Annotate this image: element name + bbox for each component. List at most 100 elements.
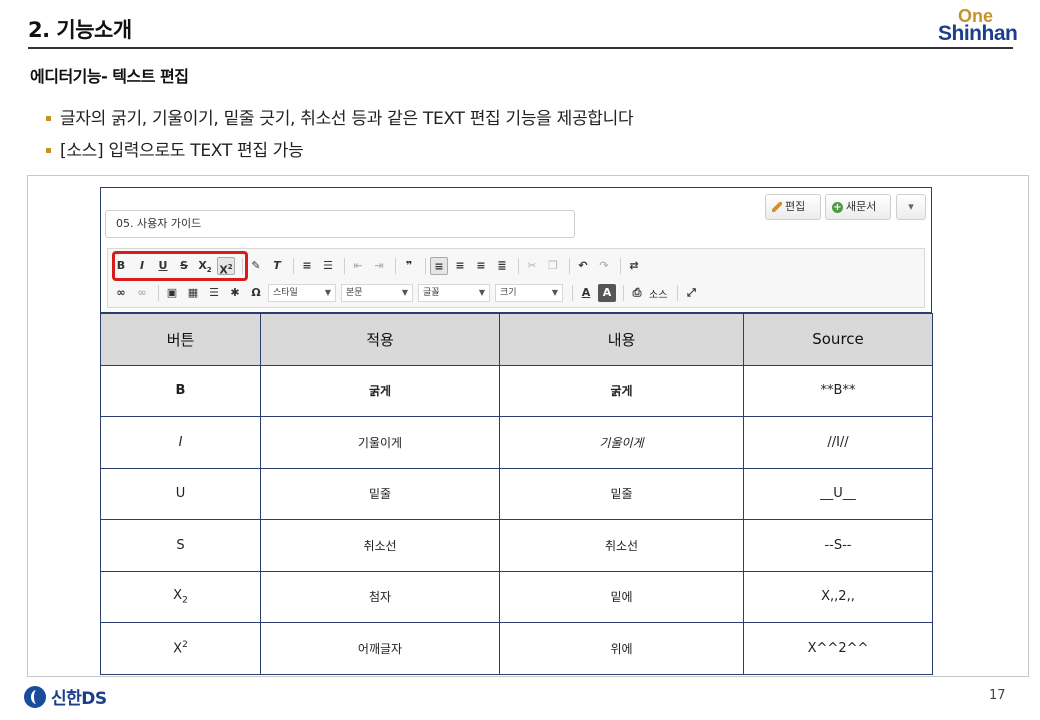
column-header: 내용 — [499, 313, 744, 366]
edit-button[interactable]: 편집 — [765, 194, 821, 220]
caret-down-icon: ▼ — [324, 288, 331, 297]
bullet-list: 글자의 굵기, 기울이기, 밑줄 긋기, 취소선 등과 같은 TEXT 편집 기… — [46, 107, 634, 171]
shinhan-ds-logo: 신한DS — [24, 684, 107, 709]
toolbar-separator — [677, 285, 679, 301]
column-header: 적용 — [260, 313, 500, 366]
cut-icon[interactable]: ✂ — [523, 257, 541, 275]
wiki-editor: 05. 사용자 가이드 편집 + 새문서 ▾ B I U S X2 X2 ✎ T… — [100, 187, 932, 313]
special-char-icon[interactable]: Ω — [247, 284, 265, 302]
subscript-digit: 2 — [182, 595, 188, 606]
source-cell: --S-- — [743, 519, 933, 572]
button-cell: B — [100, 364, 261, 417]
toolbar-row-2: ∞ ∞ ▣ ▦ ☰ ✱ Ω 스타일 ▼ 본문 ▼ 글꼴 ▼ 크기 ▼ A A ⎙ 소스 … — [112, 281, 703, 305]
table-row: B 굵게 굵게 **B** — [100, 364, 933, 417]
clear-format-icon[interactable]: T — [268, 257, 286, 275]
find-replace-icon[interactable]: ⇄ — [625, 257, 643, 275]
subscript-base: X — [173, 587, 183, 603]
toolbar-separator — [395, 258, 396, 274]
bullet-item: [소스] 입력으로도 TEXT 편집 가능 — [46, 139, 633, 171]
content-cell: 위에 — [499, 622, 744, 675]
align-center-icon[interactable]: ≡ — [451, 257, 469, 275]
table-row: X2 어깨글자 위에 X^^2^^ — [100, 622, 933, 675]
caret-down-icon: ▼ — [478, 288, 485, 297]
page-number: 17 — [989, 688, 1006, 703]
font-combo[interactable]: 글꼴 ▼ — [418, 284, 490, 302]
superscript-digit: 2 — [182, 640, 188, 651]
size-combo[interactable]: 크기 ▼ — [495, 284, 563, 302]
format-combo-label: 본문 — [346, 288, 363, 298]
content-cell: 밑에 — [499, 570, 744, 623]
plus-circle-icon: + — [832, 201, 843, 213]
shinhan-mark-icon — [24, 685, 46, 708]
section-heading: 에디터기능- 텍스트 편집 — [30, 67, 189, 86]
more-options-button[interactable]: ▾ — [896, 194, 926, 220]
style-combo-label: 스타일 — [273, 288, 298, 298]
table-icon[interactable]: ▦ — [184, 284, 202, 302]
outdent-icon[interactable]: ⇤ — [349, 257, 367, 275]
table-row: X2 첨자 밑에 X,,2,, — [100, 570, 933, 623]
toolbar-separator — [623, 285, 624, 301]
horizontal-rule-icon[interactable]: ☰ — [205, 284, 223, 302]
source-cell: X^^2^^ — [743, 622, 933, 675]
apply-cell: 어깨글자 — [260, 622, 500, 675]
align-right-icon[interactable]: ≡ — [472, 257, 490, 275]
column-header: 버튼 — [100, 313, 261, 366]
new-document-label: 새문서 — [846, 200, 877, 213]
bg-color-button[interactable]: A — [598, 284, 616, 302]
bullet-item: 글자의 굵기, 기울이기, 밑줄 긋기, 취소선 등과 같은 TEXT 편집 기… — [46, 107, 634, 139]
font-combo-label: 글꼴 — [423, 288, 440, 298]
toolbar-separator — [569, 258, 570, 274]
style-combo[interactable]: 스타일 ▼ — [268, 284, 336, 302]
apply-cell: 취소선 — [260, 519, 500, 572]
superscript-base: X — [173, 641, 183, 657]
title-divider — [28, 47, 1013, 49]
bulleted-list-icon[interactable]: ☰ — [319, 257, 337, 275]
source-icon[interactable]: ⎙ — [628, 284, 646, 302]
content-cell: 기울이게 — [499, 416, 744, 469]
document-title-input[interactable]: 05. 사용자 가이드 — [105, 210, 575, 238]
settings-icon[interactable]: ✱ — [226, 284, 244, 302]
bullet-text: 글자의 굵기, 기울이기, 밑줄 긋기, 취소선 등과 같은 TEXT 편집 기… — [60, 109, 634, 129]
table-row: U 밑줄 밑줄 __U__ — [100, 467, 933, 520]
slide-title: 2. 기능소개 — [28, 18, 132, 42]
image-icon[interactable]: ▣ — [163, 284, 181, 302]
toolbar-separator — [518, 258, 519, 274]
copy-icon[interactable]: ❐ — [544, 257, 562, 275]
chevron-down-icon: ▾ — [908, 200, 914, 213]
bullet-text: [소스] 입력으로도 TEXT 편집 가능 — [60, 141, 304, 161]
apply-cell: 굵게 — [260, 364, 500, 417]
bullet-square-icon — [46, 116, 51, 121]
source-button[interactable]: 소스 — [649, 286, 667, 301]
format-painter-icon[interactable]: ✎ — [247, 257, 265, 275]
align-left-icon[interactable]: ≡ — [430, 257, 448, 275]
bullet-square-icon — [46, 148, 51, 153]
source-cell: **B** — [743, 364, 933, 417]
caret-down-icon: ▼ — [551, 288, 558, 297]
align-justify-icon[interactable]: ≣ — [493, 257, 511, 275]
one-shinhan-logo: One Shinhan — [926, 6, 1026, 46]
new-document-button[interactable]: + 새문서 — [825, 194, 891, 220]
text-format-highlight-box — [112, 251, 248, 281]
maximize-icon[interactable]: ⤢ — [682, 284, 700, 302]
toolbar-separator — [425, 258, 426, 274]
redo-icon[interactable]: ↷ — [595, 257, 613, 275]
blockquote-icon[interactable]: ❞ — [400, 257, 418, 275]
toolbar-separator — [344, 258, 345, 274]
button-cell: I — [100, 416, 261, 469]
source-cell: X,,2,, — [743, 570, 933, 623]
link-icon[interactable]: ∞ — [112, 284, 130, 302]
source-cell: //I// — [743, 416, 933, 469]
undo-icon[interactable]: ↶ — [574, 257, 592, 275]
apply-cell: 기울이게 — [260, 416, 500, 469]
indent-icon[interactable]: ⇥ — [370, 257, 388, 275]
format-combo[interactable]: 본문 ▼ — [341, 284, 413, 302]
unlink-icon[interactable]: ∞ — [133, 284, 151, 302]
numbered-list-icon[interactable]: ≡ — [298, 257, 316, 275]
text-format-table: 버튼 적용 내용 Source B 굵게 굵게 **B** I 기울이게 기울이… — [100, 313, 933, 675]
logo-shinhan-text: Shinhan — [938, 22, 1018, 45]
text-color-button[interactable]: A — [577, 284, 595, 302]
apply-cell: 첨자 — [260, 570, 500, 623]
toolbar-separator — [293, 258, 294, 274]
apply-cell: 밑줄 — [260, 467, 500, 520]
pencil-icon — [772, 202, 782, 212]
